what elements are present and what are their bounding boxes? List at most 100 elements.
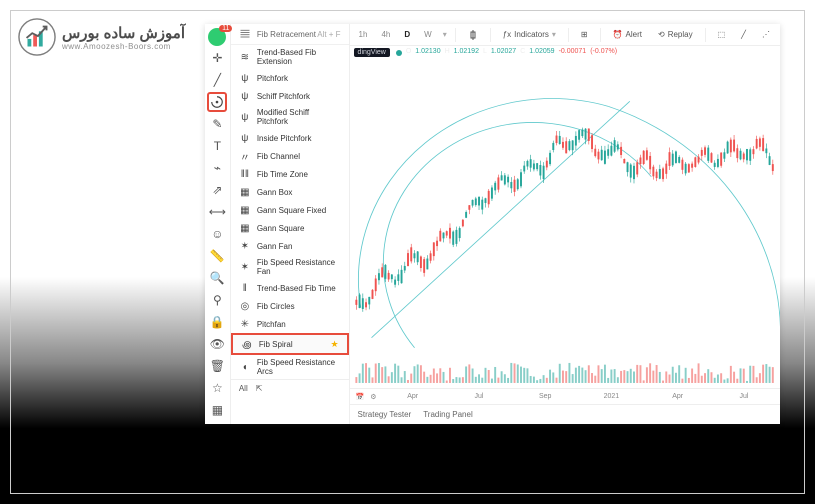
item-gann-box[interactable]: ▦Gann Box: [231, 183, 349, 201]
goto-date-icon[interactable]: 📅: [356, 393, 365, 401]
c-value: 1.02059: [529, 48, 554, 57]
draw-line-icon[interactable]: ╱: [737, 28, 750, 41]
schiff-pitchfork-icon: ψ: [239, 90, 251, 102]
item-label: Pitchfork: [257, 74, 288, 83]
gann-sq-fixed-icon: ▦: [239, 204, 251, 216]
tab-trading-panel[interactable]: Trading Panel: [423, 410, 473, 419]
brush-icon[interactable]: ✎: [207, 114, 227, 134]
item-label: Gann Box: [257, 188, 293, 197]
item-label: Gann Fan: [257, 242, 293, 251]
chart-style-button[interactable]: [464, 28, 482, 42]
watermark-logo-icon: [18, 18, 56, 56]
tf-4h[interactable]: 4h: [378, 28, 393, 41]
item-trend-fib-ext[interactable]: ≋Trend-Based Fib Extension: [231, 45, 349, 69]
candle-icon: [468, 30, 478, 40]
submenu-shortcut: Alt + F: [317, 30, 340, 39]
tf-dropdown-icon[interactable]: ▾: [443, 30, 447, 39]
trash-icon[interactable]: 🗑: [207, 356, 227, 376]
tick: Jul: [714, 393, 774, 400]
ruler-icon[interactable]: 📏: [207, 246, 227, 266]
item-gann-fan[interactable]: ✶Gann Fan: [231, 237, 349, 255]
fib-channel-icon: 〃: [239, 150, 251, 162]
fib-arcs-icon: ◖: [239, 361, 251, 373]
pattern-icon[interactable]: ⌁: [207, 158, 227, 178]
submenu-header-label: Fib Retracement: [257, 30, 316, 39]
item-inside-pitchfork[interactable]: ψInside Pitchfork: [231, 129, 349, 147]
replay-icon: ⟲: [658, 30, 665, 39]
template-button[interactable]: ⊞: [577, 28, 592, 41]
bottom-tabs: Strategy Tester Trading Panel: [350, 404, 780, 424]
emoji-icon[interactable]: ☺: [207, 224, 227, 244]
item-fib-channel[interactable]: 〃Fib Channel: [231, 147, 349, 165]
indicators-label: Indicators: [514, 30, 549, 39]
o-label: O: [406, 48, 411, 57]
watermark-title: آموزش ساده بورس: [62, 24, 185, 42]
item-label: Fib Circles: [257, 302, 295, 311]
account-badge[interactable]: [208, 28, 226, 46]
replay-label: Replay: [668, 30, 693, 39]
alert-button[interactable]: ⏰ Alert: [609, 28, 646, 41]
price-chart[interactable]: [350, 46, 780, 388]
chg-pct: (-0.07%): [590, 48, 617, 57]
zoom-icon[interactable]: 🔍: [207, 268, 227, 288]
item-label: Fib Speed Resistance Fan: [257, 258, 341, 276]
l-value: 1.02027: [491, 48, 516, 57]
fib-tz-icon: ‖‖: [239, 168, 251, 180]
item-fib-timezone[interactable]: ‖‖ Fib Time Zone: [231, 165, 349, 183]
forecast-icon[interactable]: ⇗: [207, 180, 227, 200]
mod-schiff-icon: ψ: [239, 111, 251, 123]
fib-retracement-icon: [239, 28, 251, 40]
submenu-header[interactable]: Fib Retracement Alt + F: [231, 24, 349, 45]
top-toolbar: 1h 4h D W ▾ ƒx Indicators ▾ ⊞ ⏰ Alert: [350, 24, 780, 46]
crosshair-icon[interactable]: ✛: [207, 48, 227, 68]
measure-icon[interactable]: ⟷: [207, 202, 227, 222]
tick: Apr: [648, 393, 708, 400]
tf-1h[interactable]: 1h: [356, 28, 371, 41]
item-label: Fib Time Zone: [257, 170, 308, 179]
item-fib-spiral[interactable]: ꩜Fib Spiral★: [231, 333, 349, 355]
item-gann-square[interactable]: ▦Gann Square: [231, 219, 349, 237]
crop-icon[interactable]: ⬚: [714, 28, 730, 41]
tf-d[interactable]: D: [401, 28, 413, 41]
footer-collapse-icon[interactable]: ⇱: [256, 384, 263, 393]
trend-fib-time-icon: ‖: [239, 282, 251, 294]
star-icon[interactable]: ☆: [207, 378, 227, 398]
favorite-star-icon[interactable]: ★: [330, 339, 338, 350]
tick: Jul: [449, 393, 509, 400]
tf-w[interactable]: W: [421, 28, 435, 41]
trendline-icon[interactable]: ╱: [207, 70, 227, 90]
item-pitchfork[interactable]: ψ Pitchfork: [231, 69, 349, 87]
item-schiff-pitchfork[interactable]: ψSchiff Pitchfork: [231, 87, 349, 105]
indicators-icon: ƒx: [503, 30, 511, 39]
h-label: H: [445, 48, 450, 57]
item-label: Fib Speed Resistance Arcs: [257, 358, 341, 376]
tick: Sep: [515, 393, 575, 400]
item-mod-schiff-pitchfork[interactable]: ψModified Schiff Pitchfork: [231, 105, 349, 129]
trading-app: ✛ ╱ ✎ T ⌁ ⇗ ⟷ ☺ 📏 🔍 ⚲ 🔒 👁 🗑 ☆ ▦ Fib Retr…: [205, 24, 780, 424]
item-label: Trend-Based Fib Time: [257, 284, 336, 293]
text-icon[interactable]: T: [207, 136, 227, 156]
eye-icon[interactable]: 👁: [207, 334, 227, 354]
pitchfan-icon: ✳: [239, 318, 251, 330]
item-pitchfan[interactable]: ✳ Pitchfan: [231, 315, 349, 333]
item-trend-fib-time[interactable]: ‖ Trend-Based Fib Time: [231, 279, 349, 297]
fib-tool-icon[interactable]: [207, 92, 227, 112]
o-value: 1.02130: [415, 48, 440, 57]
item-fib-speed-fan[interactable]: ✶Fib Speed Resistance Fan: [231, 255, 349, 279]
item-label: Gann Square Fixed: [257, 206, 326, 215]
replay-button[interactable]: ⟲ Replay: [654, 28, 697, 41]
item-fib-speed-arcs[interactable]: ◖ Fib Speed Resistance Arcs: [231, 355, 349, 379]
item-fib-circles[interactable]: ◎Fib Circles: [231, 297, 349, 315]
tz-icon[interactable]: ⚙: [370, 393, 376, 401]
item-gann-sq-fixed[interactable]: ▦ Gann Square Fixed: [231, 201, 349, 219]
footer-all[interactable]: All: [239, 384, 248, 393]
layout-icon[interactable]: ▦: [207, 400, 227, 420]
lock-icon[interactable]: 🔒: [207, 312, 227, 332]
magnet-icon[interactable]: ⚲: [207, 290, 227, 310]
time-axis: 📅 ⚙ Apr Jul Sep 2021 Apr Jul: [350, 388, 780, 404]
tab-strategy-tester[interactable]: Strategy Tester: [358, 410, 412, 419]
indicators-button[interactable]: ƒx Indicators ▾: [499, 28, 560, 41]
draw-path-icon[interactable]: ⋰: [758, 28, 774, 41]
pitchfork-icon: ψ: [239, 72, 251, 84]
item-label: Pitchfan: [257, 320, 286, 329]
